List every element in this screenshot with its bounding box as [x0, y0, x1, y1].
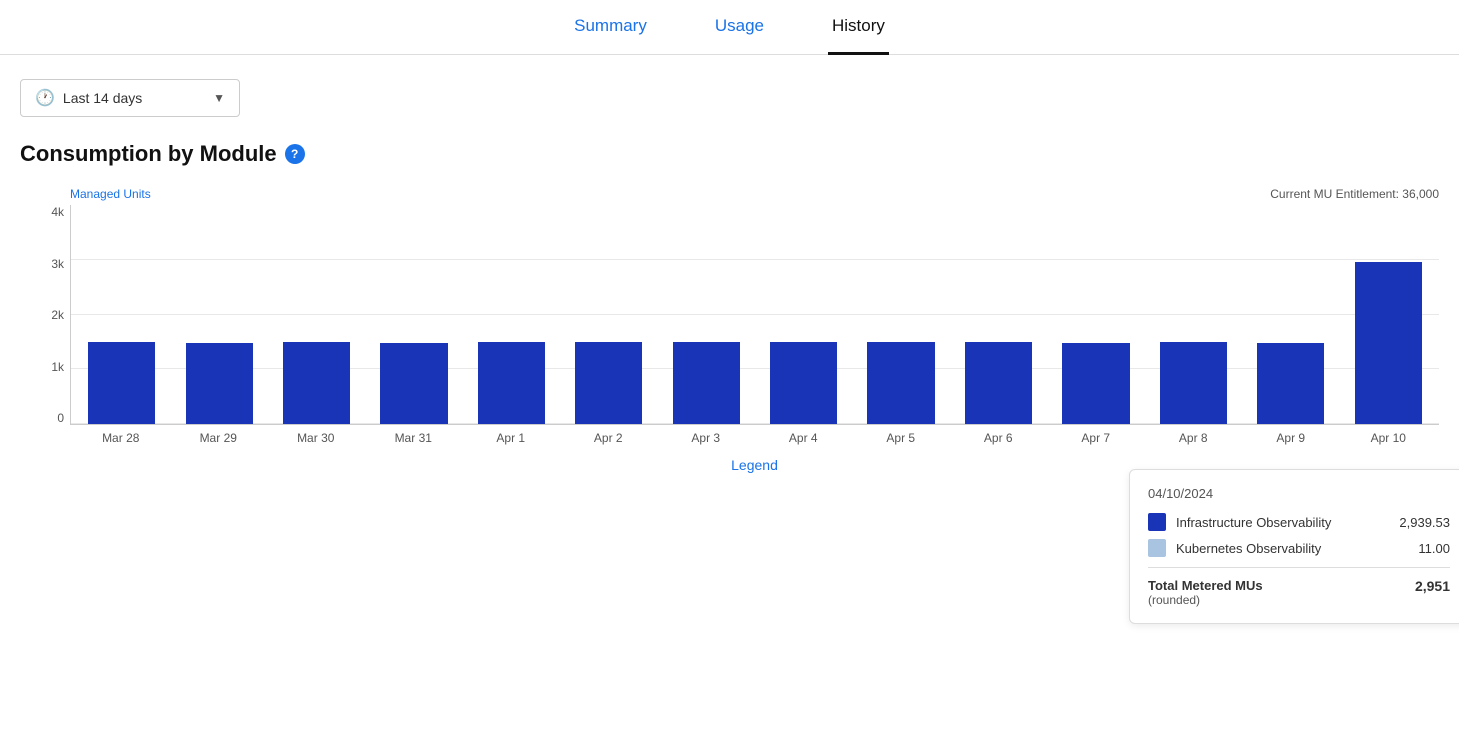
tooltip-k8s-label: Kubernetes Observability [1176, 541, 1408, 556]
tab-usage[interactable]: Usage [711, 0, 768, 55]
bar-group [660, 205, 753, 424]
bar-infra [1355, 262, 1422, 424]
tooltip-infra-value: 2,939.53 [1399, 515, 1450, 530]
chart-area: 04/10/2024 Infrastructure Observability … [70, 205, 1439, 425]
y-tick-0: 0 [28, 411, 64, 425]
clock-icon: 🕐 [35, 88, 55, 108]
bar-infra [1160, 342, 1227, 424]
bar-infra [380, 343, 447, 424]
bar-group [952, 205, 1045, 424]
bar-group [1049, 205, 1142, 424]
bar-group [562, 205, 655, 424]
bar-infra [673, 342, 740, 425]
tooltip-divider [1148, 567, 1450, 568]
y-axis-label: Managed Units [70, 187, 151, 201]
chevron-down-icon: ▼ [213, 91, 225, 105]
y-tick-1k: 1k [28, 360, 64, 374]
tooltip-total-row: Total Metered MUs (rounded) 2,951 [1148, 578, 1450, 607]
tooltip-row-infra: Infrastructure Observability 2,939.53 [1148, 513, 1450, 531]
bar-infra [186, 343, 253, 424]
bar-group [1244, 205, 1337, 424]
x-tick: Apr 9 [1244, 431, 1338, 445]
x-tick: Mar 30 [269, 431, 363, 445]
main-content: 🕐 Last 14 days ▼ Consumption by Module ?… [0, 55, 1459, 497]
chart-container: Managed Units Current MU Entitlement: 36… [20, 187, 1439, 473]
bar-group [1147, 205, 1240, 424]
x-tick: Apr 5 [854, 431, 948, 445]
tab-summary[interactable]: Summary [570, 0, 651, 55]
bar-group [75, 205, 168, 424]
bar-infra [965, 342, 1032, 425]
bar-infra [867, 342, 934, 425]
bar-group [270, 205, 363, 424]
bar-group [367, 205, 460, 424]
bar-infra [283, 342, 350, 425]
tooltip-row-k8s: Kubernetes Observability 11.00 [1148, 539, 1450, 557]
bar-infra [770, 342, 837, 424]
bar-infra [1257, 343, 1324, 424]
bar-infra [1062, 343, 1129, 424]
section-title-text: Consumption by Module [20, 141, 277, 167]
bar-group [1341, 205, 1434, 424]
bar-infra [88, 342, 155, 425]
y-tick-4k: 4k [28, 205, 64, 219]
tooltip-date: 04/10/2024 [1148, 486, 1450, 501]
y-tick-2k: 2k [28, 308, 64, 322]
x-axis: Mar 28 Mar 29Mar 30 Mar 31Apr 1 Apr 2Apr 3 A… [70, 425, 1439, 445]
tooltip-total-sub: (rounded) [1148, 593, 1263, 607]
bar-infra [575, 342, 642, 425]
bar-infra [478, 342, 545, 425]
x-tick: Apr 2 [562, 431, 656, 445]
tooltip-color-infra [1148, 513, 1166, 531]
bar-group [757, 205, 850, 424]
nav-tabs: Summary Usage History [0, 0, 1459, 55]
x-tick: Mar 31 [367, 431, 461, 445]
x-tick: Apr 10 [1342, 431, 1436, 445]
x-tick: Mar 29 [172, 431, 266, 445]
bar-group [172, 205, 265, 424]
tab-history[interactable]: History [828, 0, 889, 55]
help-icon[interactable]: ? [285, 144, 305, 164]
entitlement-label: Current MU Entitlement: 36,000 [1270, 187, 1439, 201]
tooltip-k8s-value: 11.00 [1418, 541, 1450, 556]
tooltip-total-label: Total Metered MUs [1148, 578, 1263, 593]
date-selector-label: Last 14 days [63, 90, 142, 106]
chart-meta: Managed Units Current MU Entitlement: 36… [70, 187, 1439, 201]
x-tick: Apr 4 [757, 431, 851, 445]
x-tick: Apr 1 [464, 431, 558, 445]
bar-group [854, 205, 947, 424]
bar-group [465, 205, 558, 424]
section-title: Consumption by Module ? [20, 141, 1439, 167]
date-selector[interactable]: 🕐 Last 14 days ▼ [20, 79, 240, 117]
x-tick: Apr 7 [1049, 431, 1143, 445]
x-tick: Mar 28 [74, 431, 168, 445]
tooltip-card: 04/10/2024 Infrastructure Observability … [1129, 469, 1459, 624]
x-tick: Apr 3 [659, 431, 753, 445]
x-tick: Apr 6 [952, 431, 1046, 445]
tooltip-color-k8s [1148, 539, 1166, 557]
x-tick: Apr 8 [1147, 431, 1241, 445]
tooltip-infra-label: Infrastructure Observability [1176, 515, 1389, 530]
y-tick-3k: 3k [28, 257, 64, 271]
tooltip-total-value: 2,951 [1415, 578, 1450, 594]
bars-container [71, 205, 1439, 424]
